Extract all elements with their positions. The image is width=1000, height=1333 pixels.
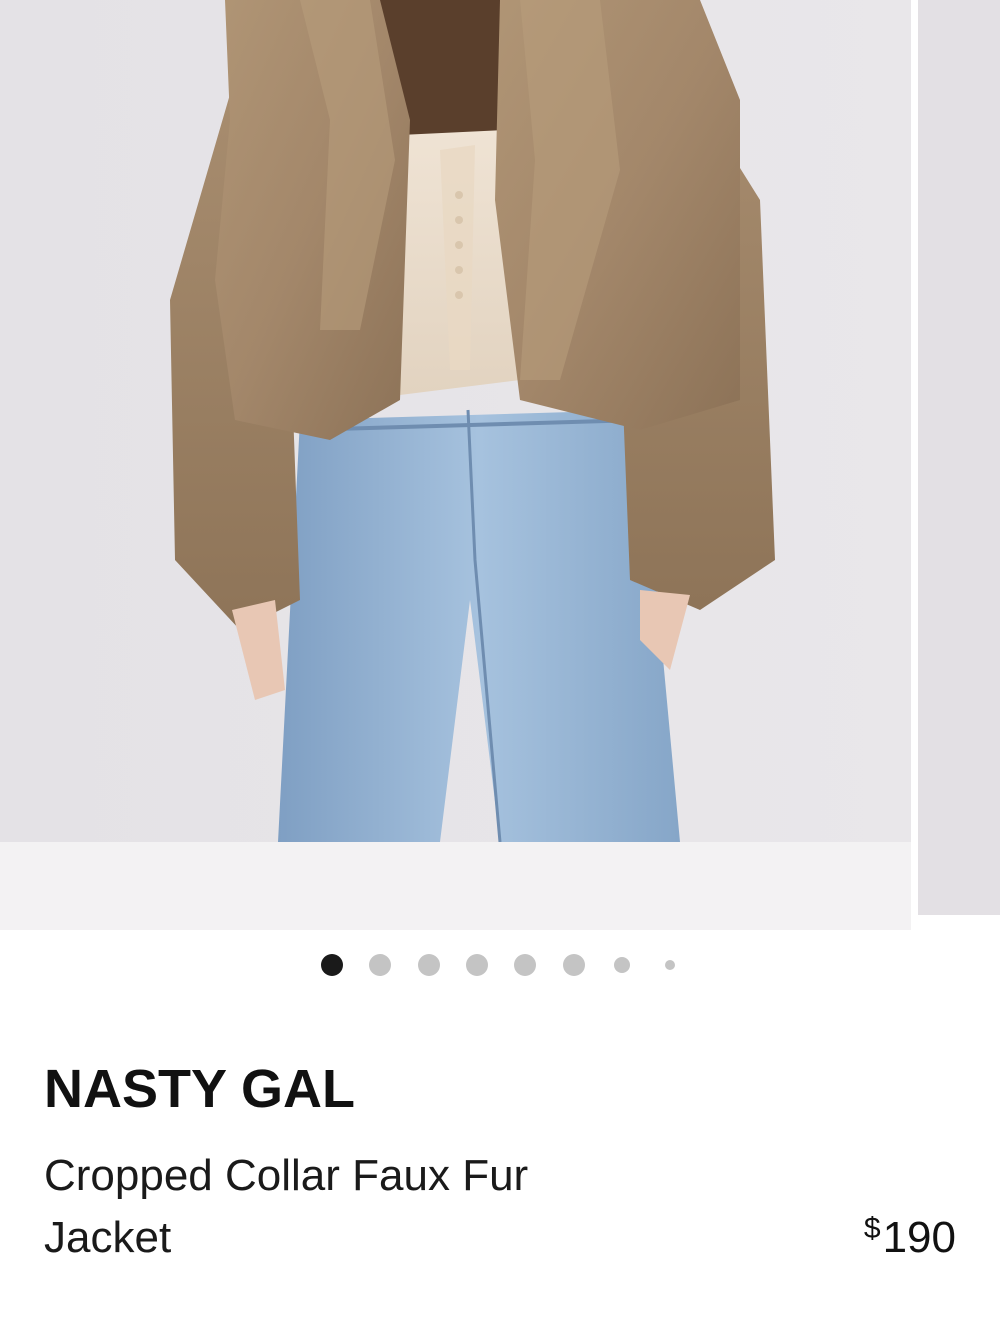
carousel-dot-2[interactable] [369,954,392,976]
product-name[interactable]: Cropped Collar Faux Fur Jacket [44,1145,564,1269]
carousel-dot-3[interactable] [417,954,440,976]
carousel-dot-5[interactable] [514,954,537,976]
image-carousel[interactable] [0,0,1000,930]
product-brand[interactable]: NASTY GAL [44,1062,355,1116]
carousel-slide-next-peek[interactable] [918,0,1000,915]
carousel-dot-7[interactable] [613,957,630,973]
carousel-dot-1[interactable] [321,954,343,976]
price-amount: 190 [882,1213,956,1262]
product-price: $190 [864,1212,956,1262]
carousel-dot-4[interactable] [465,954,488,976]
carousel-slide-current[interactable] [0,0,911,930]
product-image[interactable] [0,0,911,842]
carousel-dot-8[interactable] [665,960,676,970]
carousel-pagination[interactable] [0,950,1000,980]
price-currency-symbol: $ [863,1212,881,1245]
product-page: NASTY GAL Cropped Collar Faux Fur Jacket… [0,0,1000,1333]
carousel-dot-6[interactable] [562,954,585,976]
